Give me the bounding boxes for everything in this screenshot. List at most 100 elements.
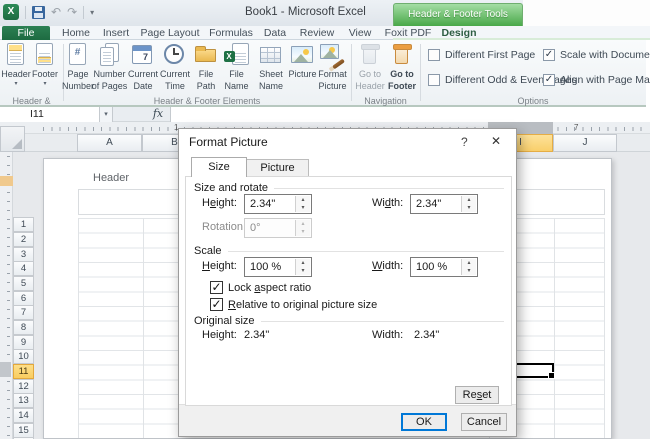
row-header-1[interactable]: 1: [13, 217, 34, 232]
tab-formulas[interactable]: Formulas: [206, 26, 256, 40]
width-input[interactable]: 2.34" ▴▾: [410, 194, 478, 214]
row-header-15[interactable]: 15: [13, 423, 34, 438]
scale-height-label: Height:: [202, 260, 237, 272]
dialog-close-icon[interactable]: ✕: [491, 134, 501, 148]
dropdown-arrow-icon: ▾: [14, 81, 17, 88]
group-label-options: Options: [420, 96, 646, 106]
go-to-footer-icon: [389, 42, 415, 68]
reset-button[interactable]: Reset: [455, 386, 499, 404]
tab-review[interactable]: Review: [296, 26, 338, 40]
vertical-ruler-header-segment: [0, 176, 13, 186]
file-path-button[interactable]: File Path: [191, 42, 221, 98]
scale-width-input[interactable]: 100 % ▴▾: [410, 257, 478, 277]
sheet-name-button[interactable]: Sheet Name: [252, 42, 290, 98]
original-width-label: Width:: [372, 329, 403, 341]
row-header-5[interactable]: 5: [13, 276, 34, 291]
grid-vline: [554, 218, 555, 438]
picture-button[interactable]: Picture: [290, 42, 315, 98]
dropdown-arrow-icon: ▾: [43, 81, 46, 88]
tab-foxit-pdf[interactable]: Foxit PDF: [382, 26, 434, 40]
size-tab-page: Size and rotate Height: 2.34" ▴▾ Width: …: [185, 176, 512, 406]
original-height-label: Height:: [202, 329, 237, 341]
row-header-10[interactable]: 10: [13, 349, 34, 364]
original-height-value: 2.34": [244, 329, 269, 341]
row-header-6[interactable]: 6: [13, 291, 34, 306]
tab-insert[interactable]: Insert: [98, 26, 134, 40]
ok-button[interactable]: OK: [401, 413, 447, 431]
column-header-j[interactable]: J: [553, 134, 617, 152]
row-header-12[interactable]: 12: [13, 379, 34, 394]
row-header-7[interactable]: 7: [13, 305, 34, 320]
tab-page-layout[interactable]: Page Layout: [138, 26, 202, 40]
checkbox-icon: [428, 49, 440, 61]
ruler-number: 7: [574, 123, 578, 132]
rotation-input: 0° ▴▾: [244, 218, 312, 238]
page-number-button[interactable]: Page Number: [64, 42, 92, 98]
dialog-tab-size[interactable]: Size: [191, 157, 247, 177]
go-to-footer-button[interactable]: Go to Footer: [386, 42, 418, 98]
height-input[interactable]: 2.34" ▴▾: [244, 194, 312, 214]
scale-height-input[interactable]: 100 % ▴▾: [244, 257, 312, 277]
relative-to-original-checkbox[interactable]: ✓: [210, 298, 223, 311]
column-header-a[interactable]: A: [77, 134, 142, 152]
select-all-corner[interactable]: [0, 126, 25, 152]
height-spinner[interactable]: ▴▾: [295, 196, 310, 212]
footer-button[interactable]: Footer ▾: [31, 42, 59, 98]
name-box[interactable]: I11: [0, 107, 100, 122]
number-of-pages-button[interactable]: Number of Pages: [92, 42, 127, 98]
scale-with-document-checkbox[interactable]: ✓ Scale with Document: [543, 49, 650, 61]
height-label: Height:: [202, 197, 237, 209]
file-name-button[interactable]: File Name: [221, 42, 252, 98]
lock-aspect-ratio-checkbox[interactable]: ✓: [210, 281, 223, 294]
row-header-8[interactable]: 8: [13, 320, 34, 335]
row-header-4[interactable]: 4: [13, 261, 34, 276]
scale-width-spinner[interactable]: ▴▾: [461, 259, 476, 275]
qat-dropdown-icon[interactable]: ▾: [90, 8, 94, 17]
tab-file[interactable]: File: [2, 26, 50, 40]
undo-icon[interactable]: ↶: [51, 5, 61, 19]
redo-icon[interactable]: ↷: [67, 5, 77, 19]
dialog-help-icon[interactable]: ?: [461, 135, 468, 149]
save-icon[interactable]: [32, 6, 45, 19]
tab-design[interactable]: Design: [438, 26, 480, 40]
row-header-2[interactable]: 2: [13, 232, 34, 247]
row-header-14[interactable]: 14: [13, 408, 34, 423]
different-first-page-checkbox[interactable]: Different First Page: [428, 49, 535, 61]
scale-height-spinner[interactable]: ▴▾: [295, 259, 310, 275]
dialog-title: Format Picture: [189, 135, 268, 149]
row-header-13[interactable]: 13: [13, 393, 34, 408]
checkbox-icon: ✓: [543, 74, 555, 86]
checkbox-icon: ✓: [543, 49, 555, 61]
footer-icon: [32, 42, 58, 68]
width-spinner[interactable]: ▴▾: [461, 196, 476, 212]
insert-function-icon[interactable]: fx: [148, 107, 168, 122]
cancel-button[interactable]: Cancel: [461, 413, 507, 431]
group-divider: [420, 44, 421, 101]
dialog-tab-picture[interactable]: Picture: [247, 159, 309, 177]
original-width-value: 2.34": [414, 329, 439, 341]
tab-home[interactable]: Home: [58, 26, 94, 40]
formula-input[interactable]: [170, 107, 650, 122]
vertical-ruler: [0, 152, 13, 439]
excel-logo-icon: X: [3, 4, 19, 20]
row-header-3[interactable]: 3: [13, 247, 34, 262]
format-picture-button[interactable]: Format Picture: [315, 42, 350, 98]
name-box-dropdown-icon[interactable]: ▾: [100, 107, 113, 122]
qat-separator: [25, 6, 26, 19]
row-header-11[interactable]: 11: [13, 364, 34, 379]
width-label: Width:: [372, 197, 403, 209]
file-name-icon: [224, 42, 250, 68]
header-button[interactable]: Header ▾: [2, 42, 30, 98]
group-size-and-rotate: Size and rotate: [194, 182, 504, 194]
format-picture-dialog: Format Picture ? ✕ Size Picture Size and…: [178, 128, 517, 437]
group-label-elements: Header & Footer Elements: [63, 96, 351, 106]
row-header-9[interactable]: 9: [13, 335, 34, 350]
tab-data[interactable]: Data: [258, 26, 292, 40]
sheet-name-icon: [258, 42, 284, 68]
align-with-page-margins-checkbox[interactable]: ✓ Align with Page Margins: [543, 74, 650, 86]
lock-aspect-ratio-label: Lock aspect ratio: [228, 282, 311, 294]
vertical-ruler-selection-mark: [0, 362, 11, 377]
tab-view[interactable]: View: [342, 26, 378, 40]
current-time-button[interactable]: Current Time: [159, 42, 191, 98]
current-date-button[interactable]: Current Date: [127, 42, 159, 98]
